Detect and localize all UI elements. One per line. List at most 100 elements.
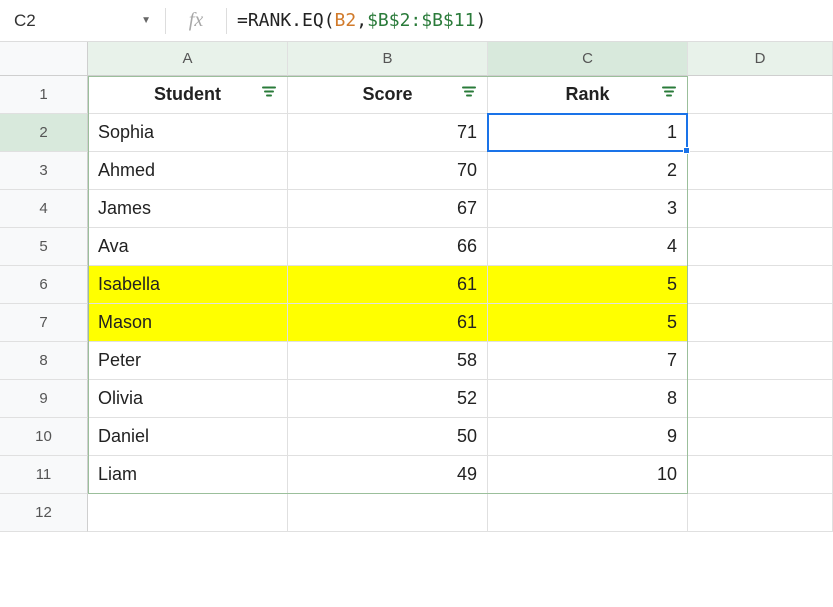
cell-d2[interactable] (688, 114, 833, 152)
column-header-c[interactable]: C (488, 42, 688, 76)
cell-c3-value: 2 (667, 160, 677, 181)
cell-a4[interactable]: James (88, 190, 288, 228)
cell-b4[interactable]: 67 (288, 190, 488, 228)
column-header-d[interactable]: D (688, 42, 833, 76)
filter-icon[interactable] (661, 84, 677, 105)
row-header-3[interactable]: 3 (0, 152, 88, 190)
fx-icon[interactable]: fx (166, 9, 226, 32)
table-row: 2 Sophia 71 1 (0, 114, 833, 152)
cell-b2[interactable]: 71 (288, 114, 488, 152)
cell-c7-value: 5 (667, 312, 677, 333)
cell-a12[interactable] (88, 494, 288, 532)
cell-b10-value: 50 (457, 426, 477, 447)
cell-a6[interactable]: Isabella (88, 266, 288, 304)
cell-b7[interactable]: 61 (288, 304, 488, 342)
cell-a8[interactable]: Peter (88, 342, 288, 380)
cell-b11-value: 49 (457, 464, 477, 485)
cell-c10-value: 9 (667, 426, 677, 447)
cell-b9[interactable]: 52 (288, 380, 488, 418)
row-header-1[interactable]: 1 (0, 76, 88, 114)
column-label: B (382, 50, 392, 67)
cell-a9[interactable]: Olivia (88, 380, 288, 418)
row-number: 7 (39, 314, 47, 331)
spreadsheet-grid[interactable]: A B C D 1 Student Score Rank 2Sophia7113… (0, 42, 833, 532)
data-row-12: 12 (0, 494, 833, 532)
cell-c7[interactable]: 5 (488, 304, 688, 342)
row-number: 6 (39, 276, 47, 293)
cell-b3[interactable]: 70 (288, 152, 488, 190)
cell-b7-value: 61 (457, 312, 477, 333)
select-all-corner[interactable] (0, 42, 88, 76)
cell-d6[interactable] (688, 266, 833, 304)
row-header-12[interactable]: 12 (0, 494, 88, 532)
formula-input[interactable]: =RANK.EQ(B2,$B$2:$B$11) (227, 10, 833, 31)
cell-c1[interactable]: Rank (488, 76, 688, 114)
cell-d1[interactable] (688, 76, 833, 114)
cell-c11[interactable]: 10 (488, 456, 688, 494)
cell-a7-value: Mason (98, 312, 152, 333)
table-row: 11Liam 49 10 (0, 456, 833, 494)
cell-b10[interactable]: 50 (288, 418, 488, 456)
row-header-8[interactable]: 8 (0, 342, 88, 380)
cell-c4[interactable]: 3 (488, 190, 688, 228)
table-row: 10Daniel 50 9 (0, 418, 833, 456)
cell-b8[interactable]: 58 (288, 342, 488, 380)
table-row: 5 Ava 66 4 (0, 228, 833, 266)
chevron-down-icon[interactable]: ▼ (141, 15, 165, 26)
cell-d9[interactable] (688, 380, 833, 418)
cell-d4[interactable] (688, 190, 833, 228)
row-header-4[interactable]: 4 (0, 190, 88, 228)
cell-c12[interactable] (488, 494, 688, 532)
cell-d3[interactable] (688, 152, 833, 190)
cell-c8[interactable]: 7 (488, 342, 688, 380)
cell-c6[interactable]: 5 (488, 266, 688, 304)
formula-fn: =RANK.EQ (237, 10, 324, 31)
row-header-10[interactable]: 10 (0, 418, 88, 456)
cell-b8-value: 58 (457, 350, 477, 371)
cell-a2-value: Sophia (98, 122, 154, 143)
row-header-11[interactable]: 11 (0, 456, 88, 494)
cell-a7[interactable]: Mason (88, 304, 288, 342)
row-header-9[interactable]: 9 (0, 380, 88, 418)
cell-b5-value: 66 (457, 236, 477, 257)
cell-c11-value: 10 (657, 464, 677, 485)
cell-b2-value: 71 (457, 122, 477, 143)
column-header-b[interactable]: B (288, 42, 488, 76)
cell-d5[interactable] (688, 228, 833, 266)
cell-a5[interactable]: Ava (88, 228, 288, 266)
name-box[interactable]: C2 ▼ (0, 11, 165, 31)
table-row: 8Peter 58 7 (0, 342, 833, 380)
header-student: Student (154, 84, 221, 105)
row-number: 9 (39, 390, 47, 407)
formula-ref2: $B$2:$B$11 (367, 10, 475, 31)
cell-d8[interactable] (688, 342, 833, 380)
cell-b12[interactable] (288, 494, 488, 532)
cell-b1[interactable]: Score (288, 76, 488, 114)
cell-d12[interactable] (688, 494, 833, 532)
cell-a11[interactable]: Liam (88, 456, 288, 494)
cell-a2[interactable]: Sophia (88, 114, 288, 152)
row-header-2[interactable]: 2 (0, 114, 88, 152)
cell-a10[interactable]: Daniel (88, 418, 288, 456)
cell-d11[interactable] (688, 456, 833, 494)
cell-a3[interactable]: Ahmed (88, 152, 288, 190)
cell-c3[interactable]: 2 (488, 152, 688, 190)
row-header-5[interactable]: 5 (0, 228, 88, 266)
cell-a1[interactable]: Student (88, 76, 288, 114)
cell-c9[interactable]: 8 (488, 380, 688, 418)
cell-c5[interactable]: 4 (488, 228, 688, 266)
cell-b11[interactable]: 49 (288, 456, 488, 494)
row-number: 5 (39, 238, 47, 255)
filter-icon[interactable] (261, 84, 277, 105)
row-header-6[interactable]: 6 (0, 266, 88, 304)
row-header-7[interactable]: 7 (0, 304, 88, 342)
column-header-a[interactable]: A (88, 42, 288, 76)
cell-c10[interactable]: 9 (488, 418, 688, 456)
cell-c2[interactable]: 1 (488, 114, 688, 152)
cell-d7[interactable] (688, 304, 833, 342)
filter-icon[interactable] (461, 84, 477, 105)
cell-b6[interactable]: 61 (288, 266, 488, 304)
formula-close: ) (475, 10, 486, 31)
cell-d10[interactable] (688, 418, 833, 456)
cell-b5[interactable]: 66 (288, 228, 488, 266)
